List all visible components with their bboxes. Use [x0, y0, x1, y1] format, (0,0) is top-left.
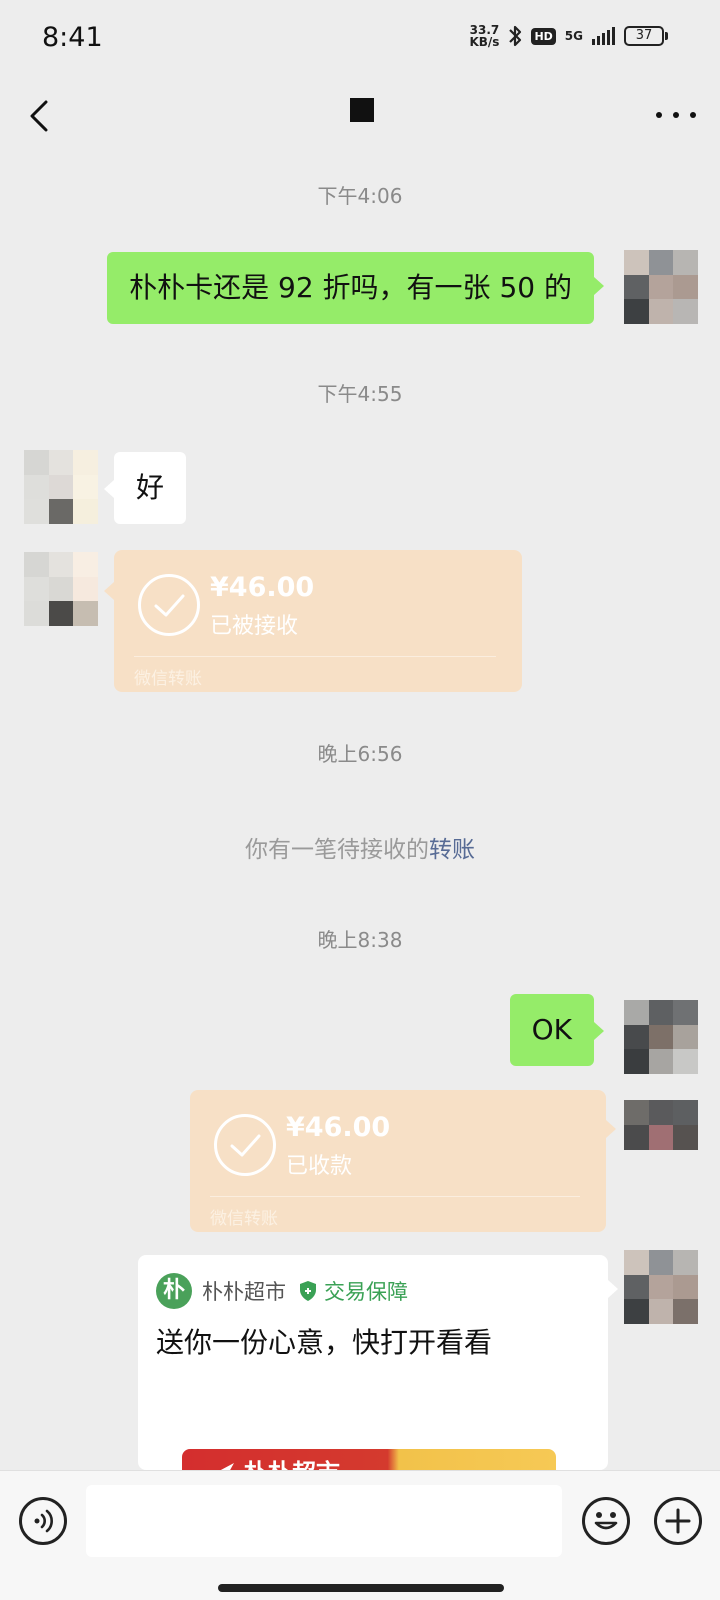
- input-bar: [0, 1470, 720, 1600]
- contact-avatar[interactable]: [24, 552, 98, 626]
- system-message-text: 你有一笔待接收的: [245, 837, 429, 863]
- check-circle-icon: [214, 1114, 276, 1176]
- bluetooth-icon: [508, 24, 522, 48]
- transfer-link[interactable]: 转账: [429, 837, 475, 863]
- self-avatar[interactable]: [624, 250, 698, 324]
- gift-banner-text: 朴朴超市: [244, 1453, 340, 1470]
- transfer-amount: ¥46.00: [286, 1112, 391, 1143]
- transfer-label: 微信转账: [134, 669, 202, 689]
- chevron-left-icon[interactable]: [24, 92, 60, 140]
- store-name: 朴朴超市: [202, 1280, 286, 1304]
- transfer-status: 已收款: [286, 1154, 353, 1179]
- status-bar: 8:41 33.7 KB/s HD 5G 37: [0, 0, 720, 80]
- sent-message-bubble[interactable]: OK: [509, 994, 594, 1066]
- home-indicator[interactable]: [218, 1584, 504, 1592]
- transfer-amount: ¥46.00: [210, 572, 315, 603]
- gift-card[interactable]: 朴 朴朴超市 交易保障 送你一份心意，快打开看看 朴朴超市: [138, 1255, 608, 1470]
- signal-icon: [592, 27, 615, 45]
- net-speed: 33.7 KB/s: [469, 24, 499, 48]
- transfer-status: 已被接收: [210, 614, 299, 639]
- status-time: 8:41: [42, 22, 103, 53]
- message-input[interactable]: [86, 1485, 562, 1557]
- store-logo-icon: 朴: [156, 1273, 192, 1309]
- hd-badge: HD: [531, 27, 556, 45]
- battery-level: 37: [624, 26, 664, 46]
- self-avatar[interactable]: [624, 1250, 698, 1324]
- transfer-label: 微信转账: [210, 1209, 278, 1229]
- timestamp: 晚上6:56: [317, 742, 403, 766]
- emoji-icon[interactable]: [582, 1497, 630, 1545]
- contact-avatar[interactable]: [24, 450, 98, 524]
- self-avatar[interactable]: [624, 1100, 698, 1150]
- network-type: 5G: [564, 29, 583, 43]
- chat-header: [0, 80, 720, 152]
- trade-guarantee-label: 交易保障: [324, 1280, 408, 1304]
- battery-icon: 37: [624, 26, 668, 46]
- net-speed-unit: KB/s: [469, 35, 500, 49]
- plus-icon[interactable]: [654, 1497, 702, 1545]
- voice-icon[interactable]: [19, 1497, 67, 1545]
- system-message: 你有一笔待接收的转账: [0, 830, 720, 864]
- sent-message-bubble[interactable]: 朴朴卡还是 92 折吗，有一张 50 的: [107, 252, 594, 324]
- transfer-card[interactable]: ¥46.00 已收款 微信转账: [190, 1090, 606, 1232]
- check-circle-icon: [138, 574, 200, 636]
- transfer-card[interactable]: ¥46.00 已被接收 微信转账: [114, 550, 522, 692]
- more-dots-icon[interactable]: [656, 100, 696, 130]
- self-avatar[interactable]: [624, 1000, 698, 1074]
- shield-icon: [298, 1280, 318, 1302]
- gift-card-header: 朴 朴朴超市 交易保障: [156, 1273, 408, 1309]
- status-icons: 33.7 KB/s HD 5G 37: [469, 24, 668, 48]
- received-message-bubble[interactable]: 好: [114, 452, 187, 524]
- chat-title-redacted: [350, 98, 374, 122]
- gift-banner: 朴朴超市: [182, 1449, 556, 1470]
- timestamp: 晚上8:38: [317, 928, 403, 952]
- timestamp: 下午4:06: [317, 184, 403, 208]
- gift-message: 送你一份心意，快打开看看: [156, 1326, 493, 1359]
- timestamp: 下午4:55: [317, 382, 403, 406]
